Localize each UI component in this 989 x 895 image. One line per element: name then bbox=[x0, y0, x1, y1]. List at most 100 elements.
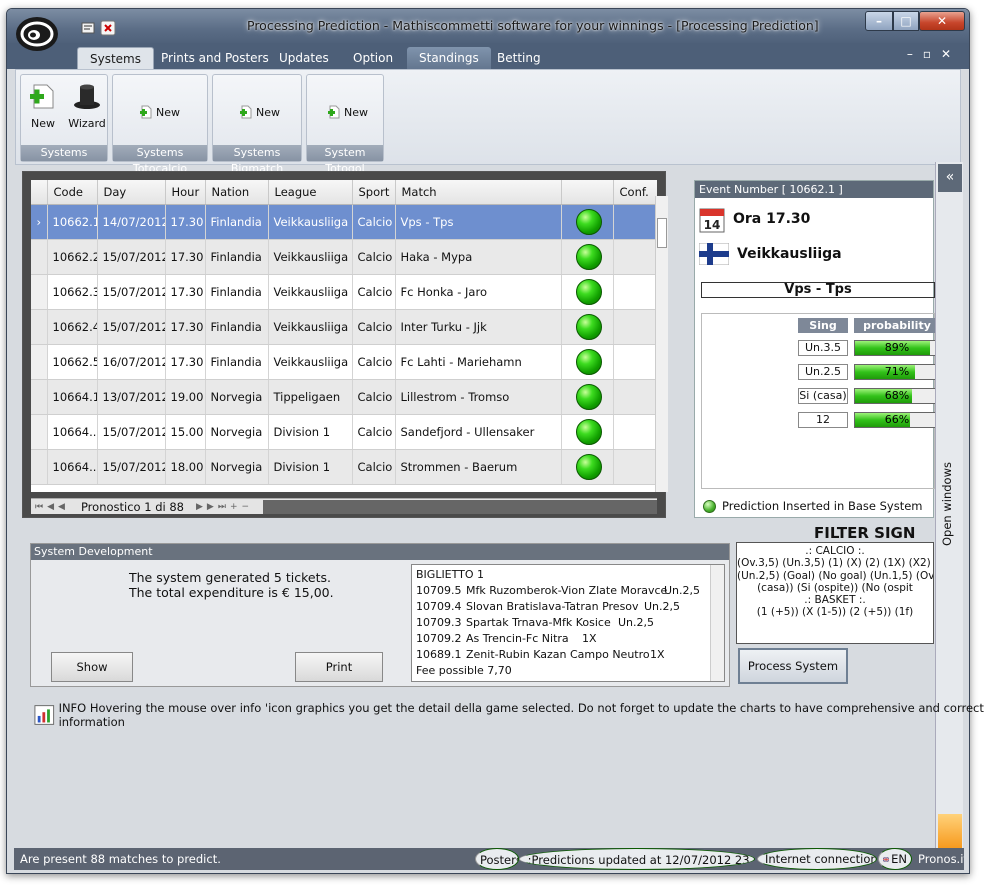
cell-conf bbox=[613, 449, 657, 485]
column-header-hour[interactable]: Hour bbox=[165, 180, 206, 205]
cell-status bbox=[561, 309, 614, 345]
green-light-icon[interactable] bbox=[576, 313, 602, 340]
finland-flag-icon bbox=[699, 243, 729, 265]
group-caption-totocalcio: Systems Totocalcio bbox=[113, 145, 207, 175]
tab-updates[interactable]: Updates bbox=[267, 47, 341, 69]
nav-first-prev-buttons[interactable]: ⏮◀◀ bbox=[31, 502, 73, 512]
column-header-code[interactable]: Code bbox=[47, 180, 98, 205]
cell-code: 10662.5 bbox=[47, 344, 98, 380]
title-bar: Processing Prediction - Mathiscommetti s… bbox=[7, 9, 969, 43]
new-system-button[interactable]: New bbox=[23, 79, 63, 130]
filter-sign-box[interactable]: .: CALCIO :. (Ov.3,5) (Un.3,5) (1) (X) (… bbox=[736, 542, 934, 644]
scroll-thumb[interactable] bbox=[657, 218, 667, 248]
green-light-icon[interactable] bbox=[576, 278, 602, 305]
new-plus-icon bbox=[140, 105, 152, 119]
cell-conf bbox=[613, 414, 657, 450]
app-logo-icon[interactable] bbox=[14, 14, 60, 54]
quick-access-close-icon[interactable] bbox=[100, 20, 116, 36]
grid-navigator: ⏮◀◀ Pronostico 1 di 88 ▶▶⏭+− bbox=[31, 498, 657, 514]
ribbon-panel: New Wizard Systems New Systems Totocalci… bbox=[15, 69, 961, 175]
new-totocalcio-button[interactable]: New bbox=[139, 105, 180, 119]
grid-horizontal-scrollbar[interactable] bbox=[263, 499, 657, 514]
status-internet: Internet connection bbox=[757, 848, 877, 870]
collapse-chevron-icon[interactable]: « bbox=[938, 164, 962, 192]
tab-betting[interactable]: Betting bbox=[485, 47, 553, 69]
table-row[interactable]: 10662.4 15/07/2012 17.30 Finlandia Veikk… bbox=[31, 309, 657, 345]
grid-vertical-scrollbar[interactable] bbox=[655, 196, 668, 492]
predictions-box: Sing probability Un.3.5 89% Un.2.5 71% S… bbox=[701, 313, 940, 489]
cell-sport: Calcio bbox=[352, 379, 396, 415]
ribbon-group-totocalcio: New Systems Totocalcio bbox=[112, 74, 208, 175]
new-totogol-button[interactable]: New bbox=[327, 105, 368, 119]
maximize-button[interactable]: □ bbox=[893, 11, 919, 31]
table-row[interactable]: 10664... 15/07/2012 15.00 Norvegia Divis… bbox=[31, 414, 657, 450]
table-row[interactable]: › 10662.1 14/07/2012 17.30 Finlandia Vei… bbox=[31, 204, 657, 240]
new-bigmatch-button[interactable]: New bbox=[239, 105, 280, 119]
cell-hour: 18.00 bbox=[165, 449, 206, 485]
tab-standings[interactable]: Standings bbox=[407, 47, 491, 69]
mdi-window-buttons[interactable]: –▫✕ bbox=[907, 47, 961, 61]
column-header-day[interactable]: Day bbox=[97, 180, 166, 205]
tab-option[interactable]: Option bbox=[341, 47, 405, 69]
info-line: INFO Hovering the mouse over info 'icon … bbox=[34, 701, 989, 729]
cell-hour: 19.00 bbox=[165, 379, 206, 415]
calendar-icon: 14 bbox=[699, 208, 725, 233]
column-header-match[interactable]: Match bbox=[395, 180, 562, 205]
close-button[interactable]: ✕ bbox=[919, 11, 965, 31]
column-header-conf[interactable]: Conf. bbox=[613, 180, 657, 205]
new-plus-icon bbox=[328, 105, 340, 119]
cell-day: 15/07/2012 bbox=[97, 449, 166, 485]
tab-systems[interactable]: Systems bbox=[77, 47, 154, 69]
chart-info-icon[interactable] bbox=[34, 704, 55, 726]
table-row[interactable]: 10662.5 16/07/2012 17.30 Finlandia Veikk… bbox=[31, 344, 657, 380]
cell-hour: 17.30 bbox=[165, 274, 206, 310]
cell-status bbox=[561, 379, 614, 415]
print-button[interactable]: Print bbox=[295, 652, 383, 682]
status-internet-text: Internet connection bbox=[765, 852, 877, 866]
green-light-icon[interactable] bbox=[576, 453, 602, 480]
nav-next-last-buttons[interactable]: ▶▶⏭+− bbox=[192, 502, 257, 512]
calendar-day: 14 bbox=[704, 218, 721, 232]
cell-nation: Finlandia bbox=[205, 274, 269, 310]
table-row[interactable]: 10662.3 15/07/2012 17.30 Finlandia Veikk… bbox=[31, 274, 657, 310]
column-header-league[interactable]: League bbox=[268, 180, 353, 205]
table-row[interactable]: 10662.2 15/07/2012 17.30 Finlandia Veikk… bbox=[31, 239, 657, 275]
column-header-nation[interactable]: Nation bbox=[205, 180, 269, 205]
cell-hour: 15.00 bbox=[165, 414, 206, 450]
cell-match: Inter Turku - Jjk bbox=[395, 309, 562, 345]
green-light-icon[interactable] bbox=[576, 243, 602, 270]
table-row[interactable]: 10664... 15/07/2012 18.00 Norvegia Divis… bbox=[31, 449, 657, 485]
open-windows-label[interactable]: Open windows bbox=[940, 462, 954, 546]
cell-nation: Norvegia bbox=[205, 379, 269, 415]
green-light-icon[interactable] bbox=[576, 383, 602, 410]
system-development-header: System Development bbox=[31, 544, 729, 560]
status-language[interactable]: EN bbox=[878, 848, 912, 870]
tab-prints-and-posters[interactable]: Prints and Posters bbox=[149, 47, 281, 69]
ticket-scrollbar[interactable] bbox=[710, 565, 724, 681]
quick-access-icon[interactable] bbox=[80, 20, 96, 36]
table-row[interactable]: 10664.1 13/07/2012 19.00 Norvegia Tippel… bbox=[31, 379, 657, 415]
cell-sport: Calcio bbox=[352, 239, 396, 275]
new-label: New bbox=[256, 105, 280, 119]
column-header-status[interactable] bbox=[561, 180, 614, 205]
status-posters[interactable]: Posters bbox=[475, 848, 519, 870]
ticket-row: 10709.3 Spartak Trnava-Mfk Kosice Un.2,5 bbox=[416, 616, 655, 629]
row-selector bbox=[31, 309, 48, 345]
cell-match: Fc Lahti - Mariehamn bbox=[395, 344, 562, 380]
wizard-button[interactable]: Wizard bbox=[67, 79, 107, 130]
event-league-row: Veikkausliiga bbox=[699, 243, 842, 265]
column-header-sport[interactable]: Sport bbox=[352, 180, 396, 205]
cell-league: Veikkausliiga bbox=[268, 344, 353, 380]
green-light-icon[interactable] bbox=[576, 348, 602, 375]
green-light-icon[interactable] bbox=[576, 418, 602, 445]
minimize-button[interactable]: – bbox=[865, 11, 893, 31]
show-button[interactable]: Show bbox=[51, 652, 133, 682]
window-title: Processing Prediction - Mathiscommetti s… bbox=[247, 18, 819, 33]
status-site[interactable]: Pronos.it bbox=[914, 848, 964, 870]
green-light-icon[interactable] bbox=[576, 208, 602, 235]
process-system-button[interactable]: Process System bbox=[738, 648, 848, 684]
ticket-list[interactable]: BIGLIETTO 1 10709.5 Mfk Ruzomberok-Vion Z… bbox=[411, 564, 725, 682]
cell-conf bbox=[613, 379, 657, 415]
cell-day: 15/07/2012 bbox=[97, 239, 166, 275]
grid-header-row: Code Day Hour Nation League Sport Match … bbox=[31, 180, 657, 205]
